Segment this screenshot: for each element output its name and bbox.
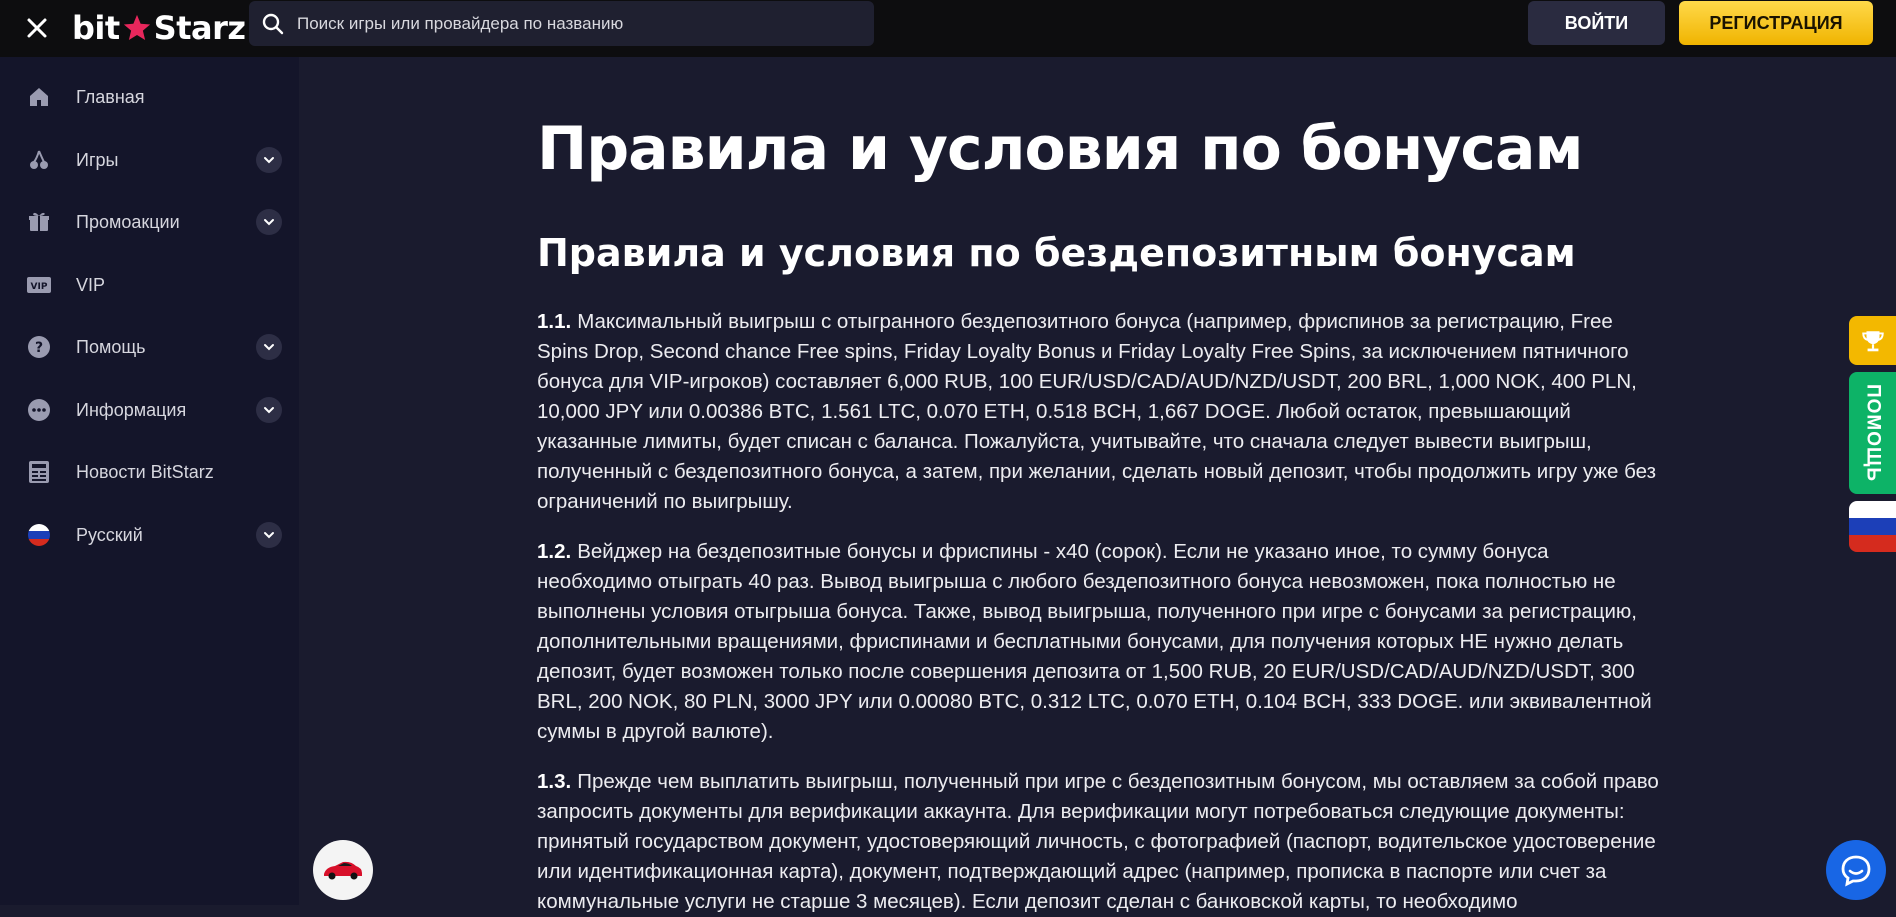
- sidebar-item-news[interactable]: Новости BitStarz: [0, 444, 299, 500]
- rule-paragraph: 1.1. Максимальный выигрыш с отыгранного б…: [537, 307, 1667, 517]
- search-icon: [262, 13, 284, 34]
- sidebar-item-label: Помощь: [76, 336, 146, 357]
- sidebar-item-label: Информация: [76, 399, 187, 420]
- star-icon: [123, 14, 150, 40]
- rule-text: Прежде чем выплатить выигрыш, полученный…: [537, 770, 1659, 913]
- sidebar-item-help[interactable]: ? Помощь: [0, 319, 299, 375]
- news-icon: [27, 460, 51, 484]
- chevron-down-icon[interactable]: [256, 522, 282, 548]
- register-button[interactable]: РЕГИСТРАЦИЯ: [1679, 1, 1873, 45]
- sidebar-item-games[interactable]: Игры: [0, 132, 299, 188]
- rule-text: Вейджер на бездепозитные бонусы и фриспи…: [537, 540, 1652, 743]
- info-dots-icon: [27, 398, 51, 422]
- svg-text:?: ?: [35, 340, 43, 356]
- promo-bubble-button[interactable]: [313, 840, 373, 900]
- sidebar-item-home[interactable]: Главная: [0, 69, 299, 125]
- rule-number: 1.2.: [537, 540, 572, 563]
- close-menu-button[interactable]: [22, 13, 52, 43]
- sidebar-item-label: Промоакции: [76, 211, 180, 232]
- russia-flag-icon: [27, 523, 51, 547]
- top-bar: bit Starz ВОЙТИ РЕГИСТРАЦИЯ: [0, 0, 1896, 57]
- home-icon: [27, 85, 51, 109]
- rule-number: 1.3.: [537, 770, 572, 793]
- help-icon: ?: [27, 335, 51, 359]
- sidebar-item-label: Главная: [76, 86, 145, 107]
- section-title: Правила и условия по бездепозитным бонус…: [537, 231, 1576, 275]
- sidebar-item-label: Новости BitStarz: [76, 461, 214, 482]
- chevron-down-icon[interactable]: [256, 209, 282, 235]
- logo-text-bit: bit: [72, 9, 120, 47]
- sidebar-item-promotions[interactable]: Промоакции: [0, 194, 299, 250]
- help-tab-label: ПОМОЩЬ: [1862, 383, 1884, 483]
- sidebar-item-label: Игры: [76, 149, 119, 170]
- sidebar-item-label: Русский: [76, 524, 143, 545]
- rule-paragraph: 1.2. Вейджер на бездепозитные бонусы и фр…: [537, 537, 1667, 747]
- vip-icon: VIP: [27, 273, 51, 297]
- search-bar[interactable]: [249, 1, 874, 46]
- chevron-down-icon[interactable]: [256, 147, 282, 173]
- sidebar-item-vip[interactable]: VIP VIP: [0, 257, 299, 313]
- sidebar-item-label: VIP: [76, 274, 106, 295]
- chat-icon: [1841, 855, 1871, 887]
- language-tab[interactable]: [1849, 501, 1896, 552]
- rule-number: 1.1.: [537, 310, 572, 333]
- tournaments-tab[interactable]: [1849, 316, 1896, 365]
- sidebar-item-information[interactable]: Информация: [0, 382, 299, 438]
- sports-car-icon: [324, 861, 362, 880]
- main-content: Правила и условия по бонусам Правила и у…: [299, 57, 1896, 913]
- trophy-icon: [1861, 330, 1884, 351]
- logo-text-starz: Starz: [153, 9, 246, 47]
- close-icon: [27, 18, 47, 38]
- chevron-down-icon[interactable]: [256, 397, 282, 423]
- cherries-icon: [27, 148, 51, 172]
- gift-icon: [27, 210, 51, 234]
- rule-paragraph: 1.3. Прежде чем выплатить выигрыш, получе…: [537, 767, 1667, 917]
- search-input[interactable]: [295, 12, 874, 35]
- rule-text: Максимальный выигрыш с отыгранного безде…: [537, 310, 1656, 513]
- chevron-down-icon[interactable]: [256, 334, 282, 360]
- sidebar: Главная Игры Промоакции VIP VIP ? Помощь: [0, 57, 299, 905]
- page-title: Правила и условия по бонусам: [537, 114, 1584, 184]
- bitstarz-logo[interactable]: bit Starz: [72, 6, 246, 50]
- russia-flag-icon: [1849, 501, 1896, 552]
- help-tab[interactable]: ПОМОЩЬ: [1849, 372, 1896, 494]
- sidebar-item-language[interactable]: Русский: [0, 507, 299, 563]
- live-chat-button[interactable]: [1826, 840, 1886, 900]
- login-button[interactable]: ВОЙТИ: [1528, 1, 1665, 45]
- svg-text:VIP: VIP: [31, 282, 48, 292]
